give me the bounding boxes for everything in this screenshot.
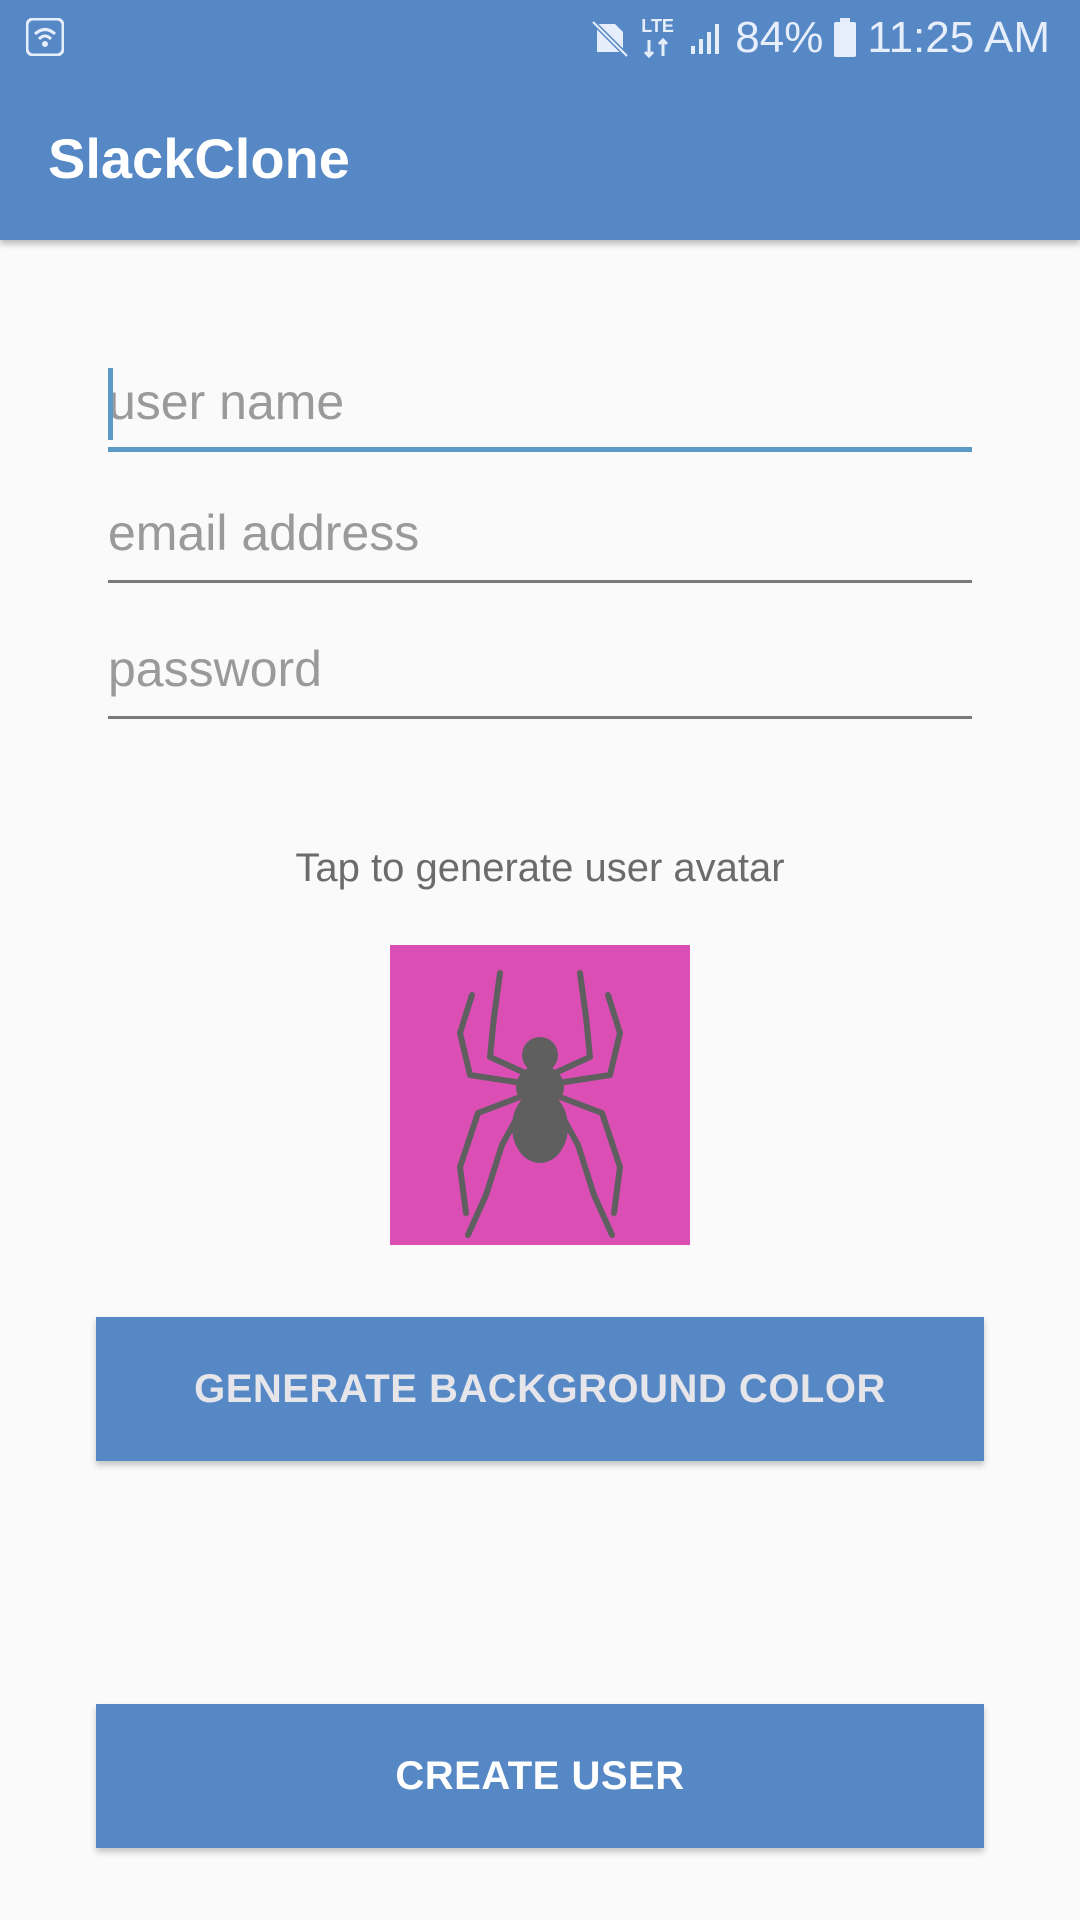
email-input[interactable] xyxy=(108,493,972,573)
username-field[interactable] xyxy=(108,362,972,452)
email-field[interactable] xyxy=(108,493,972,583)
wifi-icon xyxy=(25,17,65,57)
spider-icon xyxy=(457,970,623,1238)
status-indicators: LTE 84% 11:25 AM xyxy=(589,12,1050,64)
app-bar: SlackClone xyxy=(0,76,1080,240)
battery-percent: 84% xyxy=(735,13,824,62)
password-input[interactable] xyxy=(108,629,972,709)
lte-label: LTE xyxy=(641,16,674,36)
signal-icon xyxy=(689,20,725,56)
battery-icon xyxy=(833,18,857,58)
password-underline xyxy=(108,716,972,719)
create-user-screen: LTE 84% 11:25 AM SlackClone user name em… xyxy=(0,0,1080,1920)
user-avatar[interactable] xyxy=(390,945,690,1245)
clock: 11:25 AM xyxy=(867,13,1050,62)
generate-background-color-button[interactable]: GENERATE BACKGROUND COLOR xyxy=(96,1317,984,1461)
create-user-button[interactable]: CREATE USER xyxy=(96,1704,984,1848)
avatar-prompt: Tap to generate user avatar xyxy=(295,846,785,890)
text-cursor xyxy=(108,368,113,440)
lte-icon: LTE xyxy=(639,16,679,60)
username-input[interactable] xyxy=(108,362,972,442)
email-underline xyxy=(108,580,972,583)
password-field[interactable] xyxy=(108,629,972,719)
no-sim-icon xyxy=(589,18,630,58)
status-bar: LTE 84% 11:25 AM xyxy=(0,0,1080,76)
app-title: SlackClone xyxy=(48,127,350,190)
username-underline xyxy=(108,447,972,452)
